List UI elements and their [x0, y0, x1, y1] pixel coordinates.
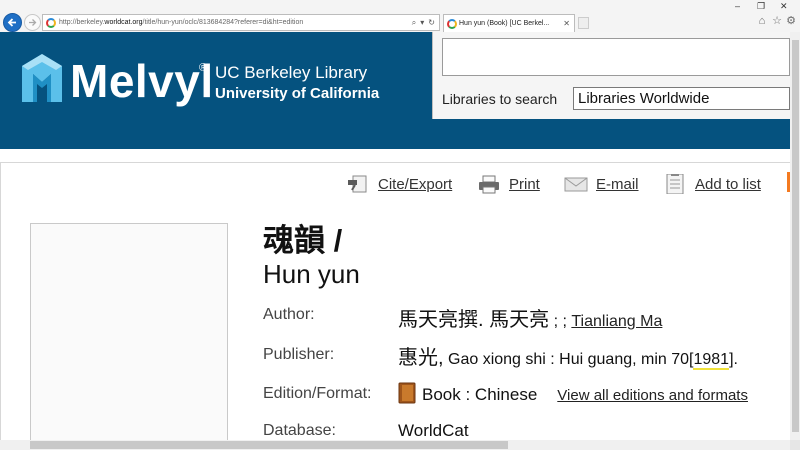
vertical-scroll-thumb[interactable] [792, 40, 799, 432]
site-favicon-icon [46, 18, 56, 28]
back-arrow-icon[interactable] [3, 13, 22, 32]
library-name: UC Berkeley Library [215, 63, 368, 82]
email-button[interactable]: E-mail [564, 173, 639, 195]
new-tab-button[interactable] [578, 17, 589, 29]
author-value: 馬天亮撰. 馬天亮 ; ; Tianliang Ma [398, 308, 662, 334]
close-tab-icon[interactable]: ✕ [563, 15, 570, 32]
horizontal-scroll-thumb[interactable] [30, 441, 508, 449]
publisher-name-cjk: 惠光, [398, 347, 444, 369]
scrollbar-corner [790, 440, 800, 450]
university-name: University of California [215, 85, 380, 102]
email-icon [564, 177, 588, 192]
author-separator: ; ; [549, 313, 572, 330]
registered-mark: ® [199, 62, 208, 74]
publisher-label: Publisher: [263, 346, 335, 363]
melvyl-logo-icon [22, 54, 62, 102]
home-icon[interactable]: ⌂ [756, 14, 768, 28]
address-actions: ⌕ ▾ ↻ [408, 15, 435, 30]
book-cover-image [30, 223, 228, 443]
add-to-list-label: Add to list [695, 175, 761, 193]
content-border [0, 162, 1, 440]
libraries-label: Libraries to search [442, 91, 558, 107]
search-icon[interactable]: ⌕ [412, 18, 416, 27]
browser-tab[interactable]: Hun yun (Book) [UC Berkel... ✕ [443, 14, 575, 32]
edition-format-value: Book : Chinese View all editions and form… [398, 382, 748, 408]
database-name: WorldCat [398, 421, 469, 440]
dropdown-icon[interactable]: ▾ [420, 18, 424, 27]
view-all-editions-link[interactable]: View all editions and formats [557, 387, 748, 404]
email-label: E-mail [596, 175, 639, 193]
author-label: Author: [263, 306, 315, 323]
record-title: 魂韻 / [263, 223, 343, 258]
libraries-select[interactable]: Libraries Worldwide [573, 87, 790, 110]
restore-icon[interactable]: ❐ [757, 0, 765, 12]
publication-year: 1981 [693, 351, 730, 370]
cite-export-button[interactable]: Cite/Export [346, 173, 452, 195]
logo-wordmark: Melvyl [70, 55, 214, 107]
address-url: http://berkeley.worldcat.org/title/hun-y… [59, 19, 304, 26]
close-window-icon[interactable]: ✕ [780, 0, 788, 12]
publisher-end: ]. [729, 351, 738, 368]
tab-title: Hun yun (Book) [UC Berkel... [459, 20, 550, 27]
browser-toolbar: http://berkeley.worldcat.org/title/hun-y… [0, 0, 800, 32]
list-icon [666, 174, 684, 194]
content-divider [0, 162, 790, 163]
publisher-value: 惠光, Gao xiong shi : Hui guang, min 70[19… [398, 346, 738, 372]
print-label: Print [509, 175, 540, 193]
star-icon[interactable]: ☆ [771, 14, 783, 28]
address-bar[interactable]: http://berkeley.worldcat.org/title/hun-y… [42, 14, 440, 31]
book-icon [398, 382, 416, 404]
printer-icon [479, 175, 499, 194]
author-link[interactable]: Tianliang Ma [571, 313, 662, 330]
refresh-icon[interactable]: ↻ [428, 18, 435, 27]
author-name-cjk: 馬天亮撰. 馬天亮 [398, 309, 550, 331]
database-label: Database: [263, 422, 336, 439]
print-button[interactable]: Print [477, 173, 540, 195]
cite-export-icon [348, 175, 367, 193]
search-input[interactable] [442, 38, 790, 76]
add-to-list-button[interactable]: Add to list [663, 173, 761, 195]
format-text: Book : Chinese [422, 385, 538, 404]
gear-icon[interactable]: ⚙ [785, 14, 797, 28]
tab-favicon-icon [447, 19, 457, 29]
edition-format-label: Edition/Format: [263, 385, 372, 402]
forward-arrow-icon[interactable] [24, 14, 41, 31]
publisher-details: Gao xiong shi : Hui guang, min 70[ [443, 351, 694, 368]
cite-export-label: Cite/Export [378, 175, 453, 193]
minimize-icon[interactable]: – [735, 0, 740, 12]
record-title-romanized: Hun yun [263, 259, 360, 289]
